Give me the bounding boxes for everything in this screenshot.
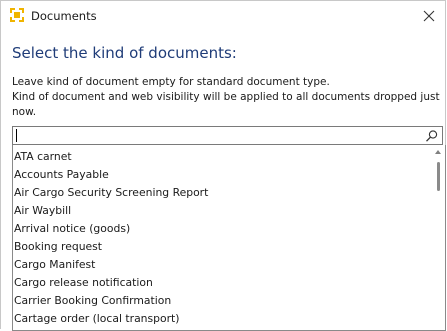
chevron-up-icon[interactable]: [435, 150, 441, 154]
list-item[interactable]: ATA carnet: [13, 148, 431, 166]
search-icon: [426, 130, 438, 142]
document-kind-input[interactable]: [15, 128, 419, 143]
title-bar[interactable]: Documents: [1, 1, 445, 33]
close-icon: [423, 10, 435, 22]
list-item[interactable]: Air Cargo Security Screening Report: [13, 184, 431, 202]
scrollbar-thumb[interactable]: [437, 162, 440, 191]
close-button[interactable]: [419, 6, 439, 26]
instruction-line: now.: [12, 106, 37, 118]
documents-dialog: Documents Select the kind of documents: …: [0, 0, 446, 331]
window-title: Documents: [31, 9, 97, 23]
document-kind-combobox[interactable]: [12, 126, 443, 145]
dialog-heading: Select the kind of documents:: [12, 44, 237, 62]
list-items: ATA carnet Accounts Payable Air Cargo Secu…: [13, 148, 431, 328]
list-item[interactable]: Arrival notice (goods): [13, 220, 431, 238]
dialog-content: Select the kind of documents: Leave kind…: [1, 33, 446, 331]
instruction-line: Kind of document and web visibility will…: [12, 91, 440, 103]
list-item[interactable]: Booking request: [13, 238, 431, 256]
list-item[interactable]: Cargo Manifest: [13, 256, 431, 274]
list-item[interactable]: Accounts Payable: [13, 166, 431, 184]
document-kind-list[interactable]: ATA carnet Accounts Payable Air Cargo Secu…: [12, 145, 446, 331]
instruction-line: Leave kind of document empty for standar…: [12, 76, 330, 88]
list-item[interactable]: Carrier Booking Confirmation: [13, 292, 431, 310]
list-item[interactable]: Air Waybill: [13, 202, 431, 220]
app-logo-icon: [10, 8, 24, 22]
instructions-text: Leave kind of document empty for standar…: [12, 75, 442, 120]
search-button[interactable]: [425, 129, 439, 143]
list-item[interactable]: Cargo release notification: [13, 274, 431, 292]
text-caret: [16, 129, 17, 142]
list-item[interactable]: Cartage order (local transport): [13, 310, 431, 328]
list-scrollbar[interactable]: [431, 145, 445, 330]
